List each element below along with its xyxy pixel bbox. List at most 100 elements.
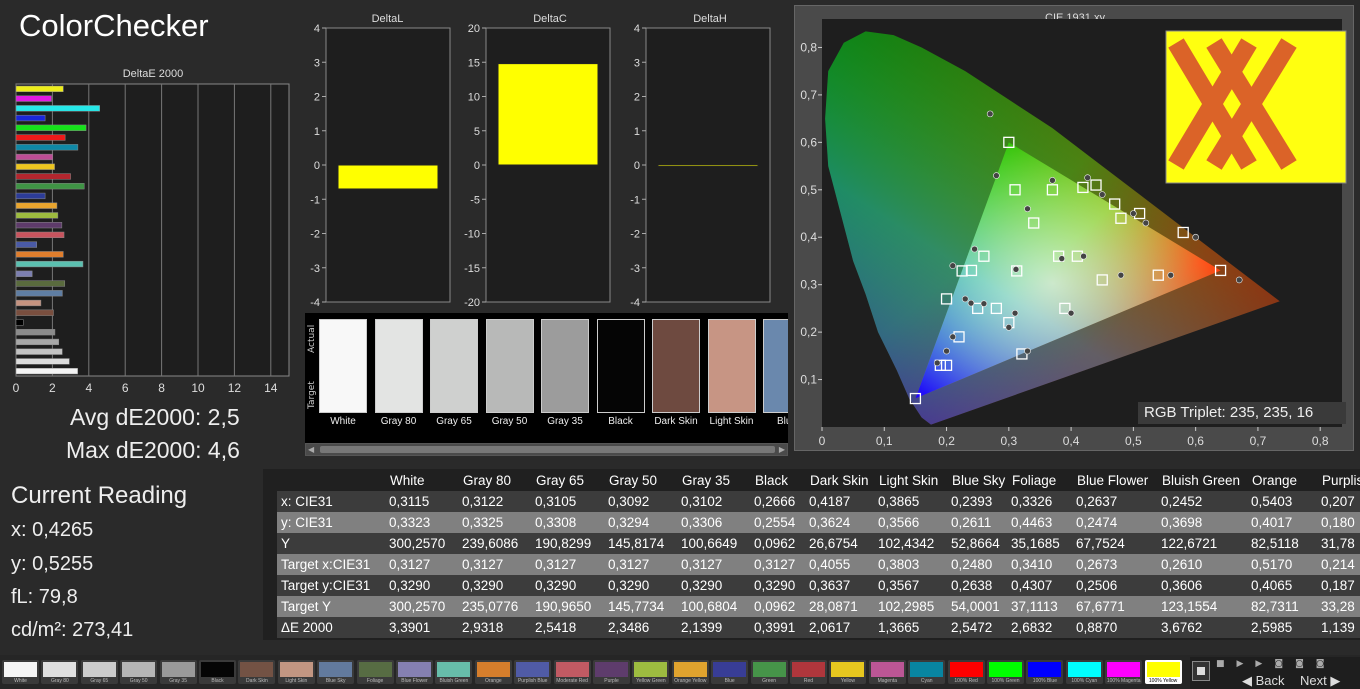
de-bar xyxy=(15,329,56,336)
table-cell: 31,78 xyxy=(1321,536,1355,551)
scroll-left-icon[interactable]: ◀ xyxy=(308,445,314,454)
deltac-chart: 20 15 10 5 0 -5 -10 -15 -20 xyxy=(464,24,611,309)
cie-measured xyxy=(1011,309,1019,317)
swatch-button[interactable]: 100% Blue xyxy=(1026,660,1064,684)
swatch-button[interactable]: Gray 50 xyxy=(120,660,158,684)
swatch-button[interactable]: Orange xyxy=(474,660,512,684)
swatch-button[interactable]: Gray 80 xyxy=(41,660,79,684)
swatch-color xyxy=(713,662,747,677)
swatch-button[interactable]: Bluish Green xyxy=(435,660,473,684)
swatch-label: Bluish Green xyxy=(439,678,469,684)
patch-label: White xyxy=(330,416,356,427)
cie-measured xyxy=(1058,255,1066,262)
patch-swatch xyxy=(319,319,367,413)
transport-icons[interactable]: ■▶▶◙◙◙ xyxy=(1216,659,1337,669)
scroll-right-icon[interactable]: ▶ xyxy=(779,445,785,454)
swatch-button[interactable]: Red xyxy=(790,660,827,684)
swatch-label: Orange xyxy=(484,678,502,684)
swatch-button[interactable]: Yellow xyxy=(829,660,867,684)
swatch-button[interactable]: Purplish Blue xyxy=(514,660,552,684)
swatch-label: Orange Yellow xyxy=(674,678,707,684)
swatch-label: Purplish Blue xyxy=(517,678,548,684)
de2000-title: DeltaE 2000 xyxy=(122,68,184,80)
swatch-button[interactable]: Cyan xyxy=(908,660,946,684)
de-bar xyxy=(15,348,63,355)
delta-tick-label: 1 xyxy=(634,126,640,138)
swatch-label: Black xyxy=(211,678,224,684)
cie-xtick-label: 0,4 xyxy=(1063,434,1080,448)
cie-xtick-label: 0,3 xyxy=(1000,434,1017,448)
cie-xtick-label: 0 xyxy=(819,434,826,448)
table-cell: 0,3290 xyxy=(681,578,723,593)
cie-measured xyxy=(1012,266,1020,273)
delta-tick-label: 3 xyxy=(634,57,640,69)
swatch-button[interactable]: Green xyxy=(750,660,788,684)
swatch-button[interactable]: 100% Magenta xyxy=(1105,660,1143,684)
table-cell: 100,6649 xyxy=(681,536,738,551)
next-button[interactable]: Next ▶ xyxy=(1300,673,1340,689)
swatch-color xyxy=(595,662,628,677)
swatch-button[interactable]: Blue Sky xyxy=(317,660,355,684)
delta-bar xyxy=(337,164,439,190)
de-bar xyxy=(15,260,84,268)
swatch-button[interactable]: 100% Cyan xyxy=(1065,660,1103,684)
swatch-button[interactable]: Gray 65 xyxy=(80,660,118,684)
swatch-color xyxy=(634,662,668,677)
swatch-button[interactable]: White xyxy=(2,660,39,684)
cie-measured xyxy=(980,300,988,307)
de-tick-label: 2 xyxy=(49,381,56,395)
table-cell: 0,3127 xyxy=(754,557,796,572)
swatch-label: 100% Cyan xyxy=(1071,678,1098,684)
swatch-button[interactable]: Foliage xyxy=(356,660,394,684)
current-reading-title: Current Reading xyxy=(11,482,188,509)
swatch-button[interactable]: 100% Red xyxy=(947,660,985,684)
table-cell: 0,3127 xyxy=(389,557,431,572)
swatch-button[interactable]: Orange Yellow xyxy=(671,660,709,684)
delta-tick-label: -4 xyxy=(310,297,320,309)
swatch-button[interactable]: Magenta xyxy=(868,660,906,684)
table-cell: 0,3290 xyxy=(462,578,504,593)
table-row: Target Y 300,2570 235,0776 190,9650 145,7734… xyxy=(263,596,1360,617)
delta-tick-label: 0 xyxy=(474,160,480,172)
table-row: x: CIE31 0,3115 0,3122 0,3105 0,3092 0,3102 0,… xyxy=(263,491,1360,512)
swatch-button[interactable]: Black xyxy=(199,660,236,684)
swatch-label: 100% Yellow xyxy=(1148,678,1178,684)
de-tick-label: 4 xyxy=(85,381,92,395)
swatch-button[interactable]: Gray 35 xyxy=(159,660,197,684)
table-cell: 2,5472 xyxy=(951,620,993,635)
swatch-button[interactable]: Yellow Green xyxy=(632,660,670,684)
patch-swatch xyxy=(541,319,589,413)
swatch-button[interactable]: 100% Yellow xyxy=(1144,660,1182,684)
swatch-button[interactable]: Blue Flower xyxy=(396,660,433,684)
swatch-button[interactable]: Blue xyxy=(711,660,749,684)
column-header: Foliage xyxy=(1012,473,1057,488)
scroll-thumb[interactable] xyxy=(320,446,775,453)
swatch-button[interactable]: Light Skin xyxy=(277,660,315,684)
swatch-button[interactable]: Moderate Red xyxy=(553,660,591,684)
cie-xtick-label: 0,5 xyxy=(1125,434,1142,448)
back-button[interactable]: ◀ Back xyxy=(1242,673,1285,689)
swatch-color xyxy=(358,662,392,677)
swatch-button[interactable]: 100% Green xyxy=(987,660,1024,684)
table-cell: 300,2570 xyxy=(389,599,446,614)
patch-scrollbar[interactable]: ◀ ▶ xyxy=(305,443,788,456)
delta-tick-label: -1 xyxy=(310,194,320,206)
table-cell: 0,3567 xyxy=(878,578,920,593)
swatch-button[interactable]: Dark Skin xyxy=(238,660,276,684)
table-cell: 82,5118 xyxy=(1251,536,1299,551)
delta-tick-label: -4 xyxy=(630,297,640,309)
delta-tick-label: 2 xyxy=(634,92,640,104)
swatch-label: Red xyxy=(803,678,814,684)
patch-label: Gray 65 xyxy=(436,416,472,427)
delta-tick-label: -2 xyxy=(310,229,320,241)
delta-tick-label: -20 xyxy=(464,297,480,309)
table-cell: 0,4065 xyxy=(1251,578,1293,593)
stop-button[interactable] xyxy=(1192,661,1210,681)
table-cell: 0,3803 xyxy=(878,557,920,572)
swatch-button[interactable]: Purple xyxy=(593,660,630,684)
table-cell: 0,3290 xyxy=(754,578,796,593)
swatch-label: Blue Sky xyxy=(325,678,346,684)
table-cell: 0,180 xyxy=(1321,515,1355,530)
swatch-label: Gray 35 xyxy=(169,678,187,684)
cie-chart: 0 0,1 0,2 0,3 0,4 0,5 0,6 0,7 0,8 0,8 0,7 0,6 0,5 0,4… xyxy=(800,19,1347,448)
